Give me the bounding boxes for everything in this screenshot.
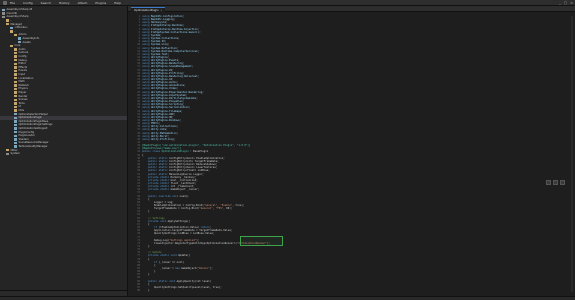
code-token: : BasePlugin bbox=[188, 150, 209, 154]
menu-file[interactable]: File bbox=[10, 1, 15, 5]
tree-item-label: System bbox=[10, 152, 20, 156]
code-token: ; bbox=[184, 84, 186, 88]
code-token: public class bbox=[142, 150, 162, 154]
code-token: ; bbox=[173, 137, 176, 141]
menu-help[interactable]: Help bbox=[114, 1, 121, 5]
assembly-explorer: Assembly-CSharp.dll mscorlib Assembly-CSha… bbox=[0, 6, 128, 296]
code-token: ; bbox=[188, 106, 191, 110]
maximize-icon[interactable]: □ bbox=[564, 1, 567, 5]
line-number: 88 bbox=[137, 289, 140, 293]
code-token: QualitySettings.lodBias = LodBias.Value; bbox=[142, 232, 215, 236]
code-token: } bbox=[142, 244, 150, 248]
code-token: GameObject _runner; bbox=[170, 188, 200, 192]
code-token: } bbox=[142, 210, 150, 214]
code-line[interactable]: QualitySettings.SetQualityLevel(level, t… bbox=[142, 286, 222, 289]
code-token: ; bbox=[178, 37, 180, 41]
code-token: , true); bbox=[232, 204, 245, 207]
app-logo-icon bbox=[3, 0, 7, 5]
code-token: private void bbox=[148, 219, 168, 223]
code-token: ; bbox=[182, 15, 185, 18]
code-line[interactable]: public static void ApplyQuality(int leve… bbox=[142, 280, 211, 283]
menu-config[interactable]: Config bbox=[23, 1, 33, 5]
code-token: ; bbox=[202, 90, 204, 94]
code-token: } bbox=[142, 273, 150, 277]
code-token: ApplySettings() bbox=[167, 219, 191, 223]
code-token: , 60); bbox=[223, 207, 233, 211]
code-token: GameObject( bbox=[181, 267, 198, 270]
code-token: Load() bbox=[179, 194, 189, 198]
code-highlight-box bbox=[240, 236, 283, 246]
code-line[interactable]: public class OptimizationPlugin : BasePl… bbox=[142, 150, 208, 153]
code-token: public static void bbox=[148, 279, 177, 283]
code-token: (_runner == null) bbox=[158, 260, 185, 264]
minimize-icon[interactable]: _ bbox=[559, 1, 561, 5]
code-line[interactable]: QualitySettings.lodBias = LodBias.Value; bbox=[142, 232, 214, 235]
code-editor: OptimizationPlugin × 1 using BepInEx.Conf… bbox=[128, 6, 575, 296]
code-token: ); bbox=[209, 267, 213, 270]
code-token: ; bbox=[181, 109, 183, 113]
menu-history[interactable]: History bbox=[59, 1, 70, 5]
menu-plugins[interactable]: Plugins bbox=[95, 1, 106, 5]
module-icon bbox=[6, 152, 9, 156]
code-token: "General" bbox=[199, 207, 213, 211]
code-token: ; bbox=[197, 74, 200, 78]
code-token: ; bbox=[191, 65, 194, 69]
menu-search[interactable]: Search bbox=[41, 1, 51, 5]
code-token: ; bbox=[196, 96, 198, 100]
code-token: } bbox=[142, 289, 150, 293]
tool-icon-2[interactable] bbox=[553, 180, 558, 185]
tree-item[interactable]: System bbox=[0, 152, 127, 156]
code-token: ; bbox=[176, 125, 179, 129]
code-token: private static void bbox=[148, 254, 179, 258]
code-view[interactable]: 1 using BepInEx.Configuration; 2 using BepI… bbox=[134, 12, 575, 296]
code-token: ; bbox=[173, 18, 176, 22]
code-token: TargetFrameRate = Config.Bind( bbox=[142, 207, 200, 211]
close-icon[interactable]: × bbox=[570, 1, 573, 5]
code-line[interactable]: } bbox=[142, 289, 150, 292]
code-token: QualitySettings.SetQualityLevel(level, t… bbox=[142, 285, 222, 289]
code-token: private static bbox=[148, 188, 171, 192]
code-line[interactable]: } bbox=[142, 210, 150, 213]
code-line[interactable]: } bbox=[142, 273, 150, 276]
vertical-scrollbar[interactable] bbox=[571, 16, 573, 292]
code-token: ; bbox=[197, 49, 200, 53]
code-token: OptimizationPlugin bbox=[161, 150, 189, 154]
code-line[interactable]: } bbox=[142, 245, 150, 248]
status-bar bbox=[0, 296, 575, 300]
code-token: Unity.Profiling bbox=[151, 137, 174, 141]
code-token: ; bbox=[199, 30, 201, 34]
code-token: Update() bbox=[178, 254, 191, 258]
menu-attach[interactable]: Attach bbox=[78, 1, 88, 5]
tool-icon-3[interactable] bbox=[560, 180, 565, 185]
tool-icon-1[interactable] bbox=[546, 180, 551, 185]
code-token: public override void bbox=[148, 194, 180, 198]
code-line[interactable]: private static GameObject _runner; bbox=[142, 188, 199, 191]
code-token: ; bbox=[173, 112, 176, 116]
code-token: ; bbox=[176, 131, 179, 135]
code-token: ApplyQuality(int level) bbox=[176, 279, 212, 283]
code-token: using bbox=[142, 137, 152, 141]
code-line[interactable]: using Unity.Profiling; bbox=[142, 138, 175, 141]
code-token: "Runner" bbox=[197, 267, 210, 270]
floating-toolbar bbox=[546, 180, 565, 185]
code-token: ; bbox=[179, 118, 182, 122]
code-token: ClassInjector.RegisterTypeInIl2Cpp<Optim… bbox=[142, 241, 237, 245]
code-line[interactable]: TargetFrameRate = Config.Bind("General",… bbox=[142, 207, 232, 210]
